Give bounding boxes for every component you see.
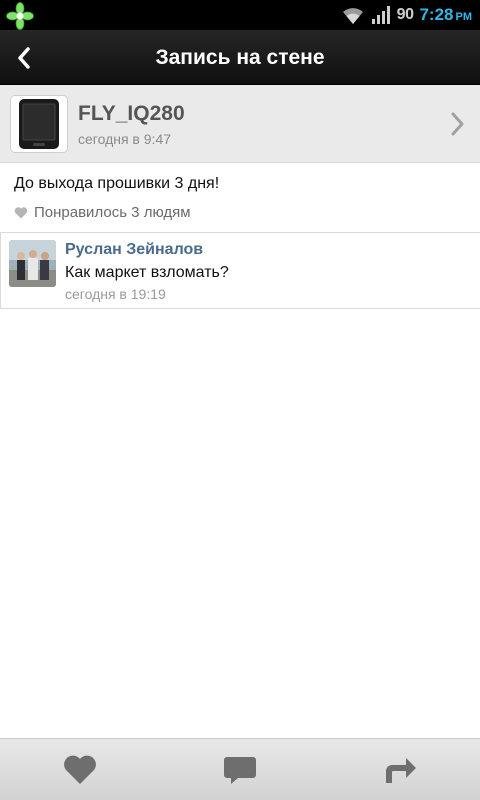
comment-item[interactable]: Руслан Зейналов Как маркет взломать? сег… (0, 232, 480, 309)
profile-timestamp: сегодня в 9:47 (78, 131, 172, 147)
comment-button[interactable] (200, 739, 280, 800)
header-bar: Запись на стене (0, 30, 480, 85)
like-button[interactable] (40, 739, 120, 800)
phone-image (19, 99, 59, 149)
wifi-icon (342, 8, 363, 24)
heart-small-icon (14, 207, 28, 219)
comment-text: Как маркет взломать? (65, 264, 229, 281)
profile-avatar[interactable] (10, 95, 68, 153)
status-indicators: 90 7:28 PM (341, 0, 472, 30)
page-title: Запись на стене (155, 46, 325, 69)
profile-name[interactable]: FLY_IQ280 (78, 102, 185, 126)
clock: 7:28 PM (419, 5, 472, 25)
profile-row[interactable]: FLY_IQ280 сегодня в 9:47 (0, 85, 480, 163)
status-bar: 90 7:28 PM (0, 0, 480, 30)
share-button[interactable] (360, 739, 440, 800)
clock-time: 7:28 (419, 5, 454, 24)
clock-ampm: PM (455, 11, 473, 23)
share-icon (386, 758, 416, 783)
back-button[interactable] (0, 30, 48, 85)
chevron-right-icon (451, 112, 464, 136)
likes-row[interactable]: Понравилось 3 людям (14, 204, 191, 221)
heart-icon (64, 755, 96, 784)
comment-timestamp: сегодня в 19:19 (65, 286, 166, 302)
user-photo (9, 240, 56, 287)
bottom-toolbar (0, 738, 480, 800)
chevron-left-icon (18, 46, 30, 69)
flower-app-icon (6, 2, 34, 30)
comment-avatar[interactable] (9, 240, 56, 287)
post-text: До выхода прошивки 3 дня! (14, 175, 220, 192)
comment-icon (224, 757, 256, 784)
likes-count-label[interactable]: Понравилось 3 людям (34, 204, 191, 221)
battery-level: 90 (396, 6, 414, 23)
comment-author[interactable]: Руслан Зейналов (65, 241, 203, 259)
signal-icon (371, 6, 390, 24)
